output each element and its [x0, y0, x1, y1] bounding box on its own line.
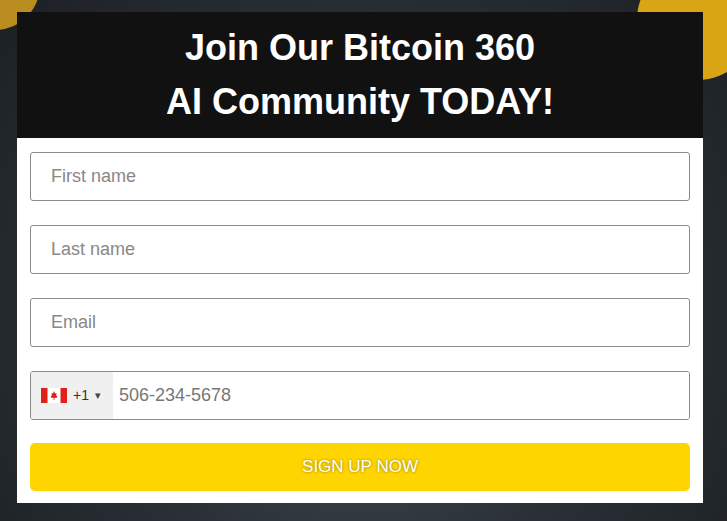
dropdown-arrow[interactable]: ▾	[95, 387, 101, 404]
signup-form: +1 ▾ SIGN UP NOW	[17, 138, 703, 503]
phone-field: +1 ▾	[30, 371, 690, 420]
header-title: Join Our Bitcoin 360	[185, 21, 535, 75]
signup-button[interactable]: SIGN UP NOW	[30, 443, 690, 491]
canada-flag-icon	[41, 388, 67, 403]
page-background: Join Our Bitcoin 360AI Community TODAY! …	[0, 0, 727, 521]
text-field[interactable]	[30, 225, 690, 274]
phone-input[interactable]	[113, 372, 689, 419]
country-code: +1	[73, 385, 89, 406]
text-field[interactable]	[30, 152, 690, 201]
text-field[interactable]	[30, 298, 690, 347]
country-selector[interactable]: +1 ▾	[31, 372, 113, 419]
signup-card: Join Our Bitcoin 360AI Community TODAY! …	[17, 12, 703, 503]
header-title: AI Community TODAY!	[166, 75, 554, 129]
card-header: Join Our Bitcoin 360AI Community TODAY!	[17, 12, 703, 138]
